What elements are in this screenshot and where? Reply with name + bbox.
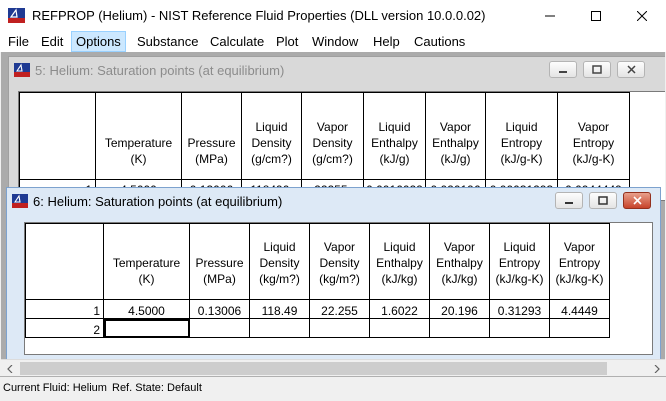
cell-liquid-density[interactable]: [249, 318, 310, 338]
child-window-title: 5: Helium: Saturation points (at equilib…: [35, 63, 285, 78]
row-number[interactable]: 2: [25, 318, 104, 338]
child-minimize-button[interactable]: [555, 192, 583, 209]
row-number[interactable]: 1: [25, 299, 104, 319]
column-header-liquid-entropy[interactable]: Liquid Entropy (kJ/kg-K): [489, 223, 550, 300]
minimize-icon: [565, 201, 573, 204]
cell-liquid-enthalpy[interactable]: 1.6022: [369, 299, 430, 319]
column-header-liquid-density[interactable]: Liquid Density (g/cm?): [241, 92, 302, 180]
cell-vapor-entropy[interactable]: [549, 318, 610, 338]
window-title: REFPROP (Helium) - NIST Reference Fluid …: [32, 8, 486, 23]
maximize-button[interactable]: [573, 0, 619, 31]
row-header-corner: [25, 223, 104, 300]
table-row: 2: [25, 318, 610, 338]
results-table: Temperature (K) Pressure (MPa) Liquid Densi…: [25, 223, 610, 338]
chevron-left-icon: [6, 364, 12, 373]
child-window-title: 6: Helium: Saturation points (at equilib…: [33, 194, 283, 209]
scroll-left-button[interactable]: [1, 360, 18, 376]
child-restore-button[interactable]: [589, 192, 617, 209]
column-header-liquid-enthalpy[interactable]: Liquid Enthalpy (kJ/g): [363, 92, 426, 180]
cell-pressure[interactable]: 0.13006: [189, 299, 250, 319]
saturation-window-6[interactable]: 6: Helium: Saturation points (at equilib…: [6, 187, 661, 364]
column-header-liquid-enthalpy[interactable]: Liquid Enthalpy (kJ/kg): [369, 223, 430, 300]
column-header-temperature[interactable]: Temperature (K): [103, 223, 190, 300]
cell-temperature[interactable]: 4.5000: [103, 299, 190, 319]
cell-liquid-density[interactable]: 118.49: [249, 299, 310, 319]
menu-file[interactable]: File: [4, 31, 33, 52]
results-grid[interactable]: Temperature (K) Pressure (MPa) Liquid Densi…: [24, 222, 653, 355]
column-header-temperature[interactable]: Temperature (K): [95, 92, 182, 180]
column-header-vapor-enthalpy[interactable]: Vapor Enthalpy (kJ/g): [425, 92, 486, 180]
restore-icon: [598, 196, 608, 205]
refprop-window-icon: [12, 194, 28, 208]
cell-vapor-enthalpy[interactable]: [429, 318, 490, 338]
title-bar: REFPROP (Helium) - NIST Reference Fluid …: [0, 0, 666, 31]
minimize-button[interactable]: [527, 0, 573, 31]
menu-cautions[interactable]: Cautions: [410, 31, 469, 52]
close-button[interactable]: [619, 0, 665, 31]
child-close-button[interactable]: [617, 61, 645, 78]
column-header-vapor-density[interactable]: Vapor Density (g/cm?): [301, 92, 364, 180]
restore-icon: [592, 65, 602, 74]
refprop-app-icon: [8, 8, 25, 23]
child-minimize-button[interactable]: [549, 61, 577, 78]
results-grid[interactable]: Temperature (K) Pressure (MPa) Liquid Densi…: [18, 91, 665, 201]
refprop-window-icon: [14, 63, 30, 77]
minimize-icon: [559, 70, 567, 73]
child-restore-button[interactable]: [583, 61, 611, 78]
cell-vapor-density[interactable]: [309, 318, 370, 338]
status-current-fluid: Current Fluid: Helium: [3, 382, 107, 394]
menu-help[interactable]: Help: [369, 31, 404, 52]
menu-options[interactable]: Options: [71, 31, 126, 52]
column-header-vapor-enthalpy[interactable]: Vapor Enthalpy (kJ/kg): [429, 223, 490, 300]
close-icon: [637, 10, 647, 21]
mdi-client-area: 5: Helium: Saturation points (at equilib…: [1, 52, 665, 376]
column-header-vapor-density[interactable]: Vapor Density (kg/m?): [309, 223, 370, 300]
cell-vapor-density[interactable]: 22.255: [309, 299, 370, 319]
column-header-pressure[interactable]: Pressure (MPa): [181, 92, 242, 180]
column-header-vapor-entropy[interactable]: Vapor Entropy (kJ/g-K): [557, 92, 630, 180]
cell-pressure[interactable]: [189, 318, 250, 338]
menu-bar: File Edit Options Substance Calculate Pl…: [0, 31, 666, 52]
cell-liquid-entropy[interactable]: [489, 318, 550, 338]
menu-calculate[interactable]: Calculate: [206, 31, 268, 52]
close-icon: [626, 65, 636, 74]
cell-temperature-selected[interactable]: [103, 318, 190, 338]
column-header-liquid-entropy[interactable]: Liquid Entropy (kJ/g-K): [485, 92, 558, 180]
cell-vapor-entropy[interactable]: 4.4449: [549, 299, 610, 319]
status-ref-state: Ref. State: Default: [112, 382, 202, 394]
cell-liquid-enthalpy[interactable]: [369, 318, 430, 338]
menu-substance[interactable]: Substance: [133, 31, 202, 52]
minimize-icon: [545, 15, 555, 16]
scroll-right-button[interactable]: [648, 360, 665, 376]
scrollbar-thumb[interactable]: [20, 362, 607, 375]
menu-plot[interactable]: Plot: [272, 31, 302, 52]
child-title-bar[interactable]: 6: Helium: Saturation points (at equilib…: [7, 188, 660, 214]
saturation-window-5[interactable]: 5: Helium: Saturation points (at equilib…: [8, 56, 665, 201]
results-table: Temperature (K) Pressure (MPa) Liquid Densi…: [19, 92, 630, 198]
chevron-right-icon: [654, 364, 660, 373]
menu-edit[interactable]: Edit: [37, 31, 67, 52]
close-icon: [632, 196, 642, 205]
cell-liquid-entropy[interactable]: 0.31293: [489, 299, 550, 319]
child-close-button[interactable]: [623, 192, 651, 209]
horizontal-scrollbar[interactable]: [1, 359, 665, 376]
column-header-vapor-entropy[interactable]: Vapor Entropy (kJ/kg-K): [549, 223, 610, 300]
status-bar: Current Fluid: Helium Ref. State: Defaul…: [0, 376, 666, 401]
child-title-bar[interactable]: 5: Helium: Saturation points (at equilib…: [9, 57, 665, 83]
maximize-icon: [591, 10, 601, 21]
menu-window[interactable]: Window: [308, 31, 362, 52]
column-header-pressure[interactable]: Pressure (MPa): [189, 223, 250, 300]
column-header-liquid-density[interactable]: Liquid Density (kg/m?): [249, 223, 310, 300]
table-row: 1 4.5000 0.13006 118.49 22.255 1.6022 20…: [25, 299, 610, 319]
row-header-corner: [19, 92, 96, 180]
cell-vapor-enthalpy[interactable]: 20.196: [429, 299, 490, 319]
